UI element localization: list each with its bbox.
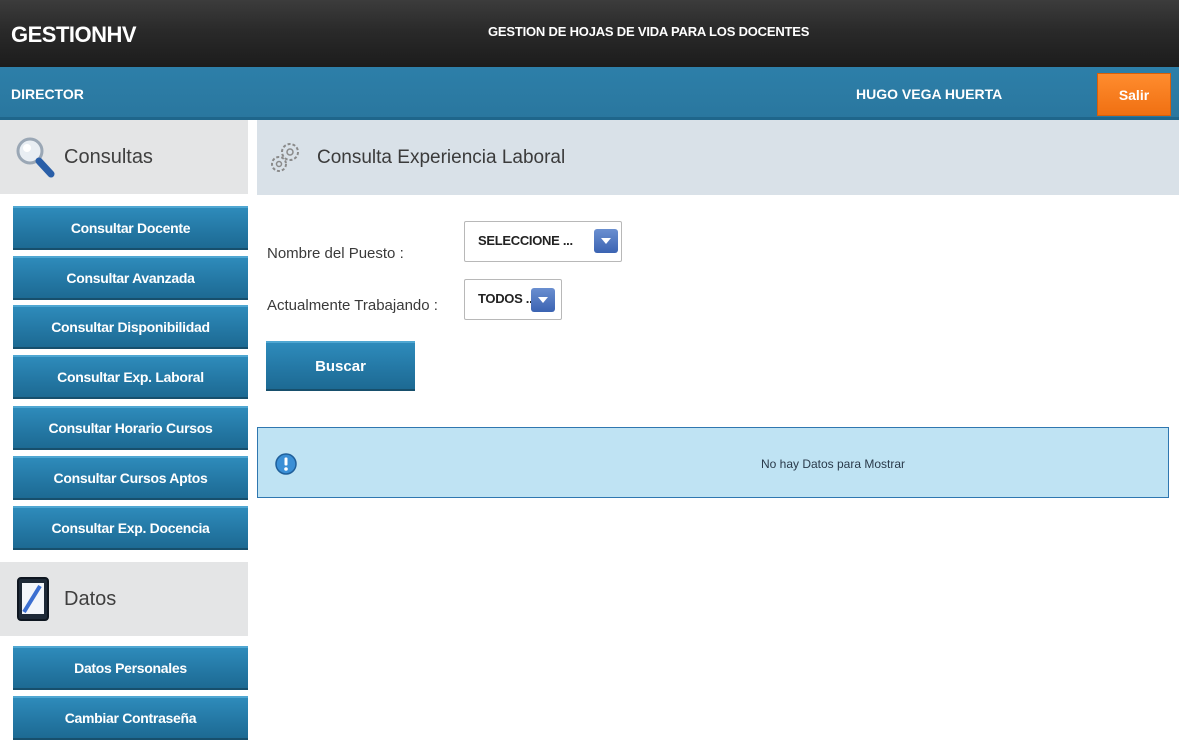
role-bar: DIRECTOR HUGO VEGA HUERTA	[0, 67, 1179, 120]
sidebar-item-consultar-avanzada[interactable]: Consultar Avanzada	[13, 256, 248, 300]
puesto-select[interactable]: SELECCIONE ...	[464, 221, 622, 262]
brand-logo: GESTIONHV	[11, 22, 137, 47]
user-role: DIRECTOR	[11, 86, 84, 102]
puesto-label: Nombre del Puesto :	[267, 245, 404, 262]
trabajando-label: Actualmente Trabajando :	[267, 297, 438, 314]
user-name: HUGO VEGA HUERTA	[856, 86, 1003, 102]
info-message-text: No hay Datos para Mostrar	[760, 457, 906, 471]
page-title: Consulta Experiencia Laboral	[317, 147, 566, 168]
sidebar-item-cambiar-contrasena[interactable]: Cambiar Contraseña	[13, 696, 248, 740]
sidebar-item-consultar-cursos-aptos[interactable]: Consultar Cursos Aptos	[13, 456, 248, 500]
sidebar-section-label: Datos	[64, 587, 117, 610]
gear-icon	[271, 143, 299, 172]
sidebar-item-consultar-exp-docencia[interactable]: Consultar Exp. Docencia	[13, 506, 248, 550]
search-button[interactable]: Buscar	[266, 341, 415, 391]
sidebar-item-consultar-disponibilidad[interactable]: Consultar Disponibilidad	[13, 305, 248, 349]
sidebar-item-consultar-docente[interactable]: Consultar Docente	[13, 206, 248, 250]
info-message-box: No hay Datos para Mostrar	[257, 427, 1169, 498]
sidebar-section-datos[interactable]: Datos	[0, 562, 248, 636]
trabajando-select[interactable]: TODOS ...	[464, 279, 562, 320]
sidebar-item-consultar-horario-cursos[interactable]: Consultar Horario Cursos	[13, 406, 248, 450]
puesto-select-value: SELECCIONE ...	[478, 233, 573, 248]
app-title: GESTION DE HOJAS DE VIDA PARA LOS DOCENT…	[488, 24, 810, 39]
top-header: GESTIONHV GESTION DE HOJAS DE VIDA PARA …	[0, 0, 1179, 67]
sidebar-item-consultar-exp-laboral[interactable]: Consultar Exp. Laboral	[13, 355, 248, 399]
chevron-down-icon[interactable]	[531, 288, 555, 312]
sidebar-section-label: Consultas	[64, 145, 153, 168]
sidebar-section-consultas[interactable]: Consultas	[0, 120, 248, 194]
chevron-down-icon[interactable]	[594, 229, 618, 253]
sidebar: Consultas Consultar Docente Consultar Av…	[0, 120, 248, 742]
logout-button[interactable]: Salir	[1097, 73, 1171, 116]
search-icon	[16, 137, 55, 178]
trabajando-select-value: TODOS ...	[478, 291, 536, 306]
page-header: Consulta Experiencia Laboral	[257, 120, 1179, 195]
sidebar-item-datos-personales[interactable]: Datos Personales	[13, 646, 248, 690]
tablet-icon	[17, 577, 49, 621]
